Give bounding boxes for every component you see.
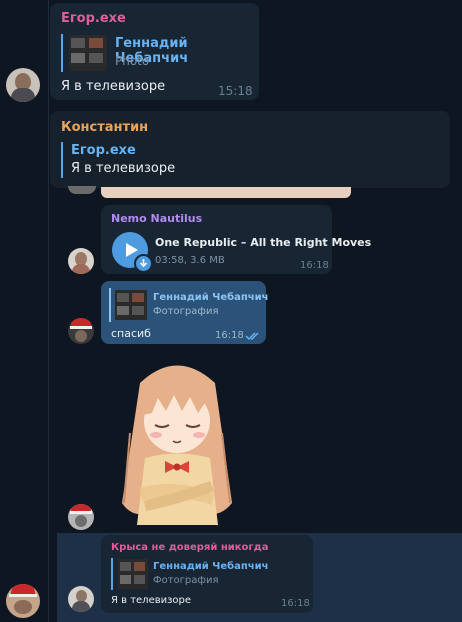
anime-girl-sticker[interactable] (110, 353, 245, 528)
reply-author: Егор.exe (71, 143, 136, 158)
avatar-sender[interactable] (68, 586, 94, 612)
track-title: One Republic – All the Right Moves (155, 236, 372, 249)
message-bubble[interactable]: Геннадий Чебапчич Фотография спасиб 16:1… (101, 281, 269, 344)
sender-name[interactable]: Nemo Nautilus (111, 212, 202, 225)
message-bubble[interactable]: Егор.exe Геннадий Чебапчич Photo Я в тел… (50, 3, 259, 100)
avatar-egor[interactable] (6, 68, 40, 102)
message-time: 16:18 (281, 598, 310, 609)
message-text: спасиб (111, 327, 151, 340)
photo-thumbnail (118, 559, 148, 589)
sender-name[interactable]: Егор.exe (61, 11, 126, 26)
sender-name[interactable]: Крыса не доверяй никогда (111, 542, 268, 553)
track-meta: 03:58, 3.6 MB (155, 255, 225, 266)
reply-author: Геннадий Чебапчич (153, 292, 269, 303)
photo-thumbnail (69, 35, 107, 71)
avatar-old-photo[interactable] (68, 504, 94, 530)
avatar-cat[interactable] (6, 584, 40, 618)
message-bubble[interactable]: Крыса не доверяй никогда Геннадий Чебапч… (101, 535, 313, 613)
double-check-icon (245, 332, 259, 340)
reply-author: Геннадий Чебапчич (153, 561, 269, 572)
reply-preview: Фотография (153, 306, 219, 317)
reply-preview: Фотография (153, 575, 219, 586)
message-time: 15:18 (218, 84, 253, 98)
photo-fragment (101, 187, 351, 198)
download-icon (139, 259, 148, 268)
avatar-fragment (68, 186, 96, 194)
message-text: Я в телевизоре (61, 79, 166, 94)
message-time: 16:18 (215, 330, 244, 341)
audio-message[interactable]: Nemo Nautilus One Republic – All the Rig… (101, 205, 371, 274)
download-badge[interactable] (134, 254, 153, 273)
reply-preview: Photo (115, 54, 150, 68)
avatar-nemo[interactable] (68, 248, 94, 274)
message-bubble-reply[interactable]: Константин Егор.exe Я в телевизоре (50, 111, 450, 188)
message-time: 16:18 (300, 260, 329, 271)
timeline-line (48, 0, 49, 622)
message-text: Я в телевизоре (111, 595, 192, 606)
avatar-santa[interactable] (68, 318, 94, 344)
photo-thumbnail (115, 290, 147, 320)
reply-preview: Я в телевизоре (71, 161, 176, 176)
sender-name[interactable]: Константин (61, 120, 148, 135)
